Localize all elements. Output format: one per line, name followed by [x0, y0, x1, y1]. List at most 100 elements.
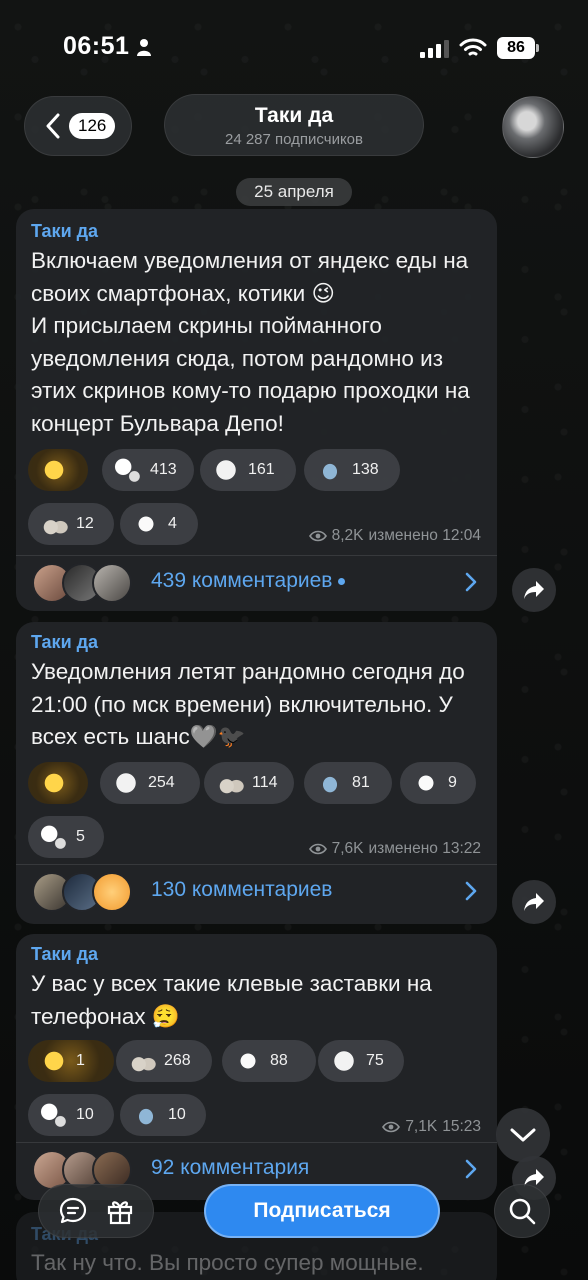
star-icon: [38, 767, 70, 799]
dolphin-icon: [314, 767, 346, 799]
unread-count-badge: 126: [69, 113, 116, 139]
edited-time: изменено 12:04: [368, 527, 482, 544]
eye-icon: [308, 843, 327, 855]
eye-icon: [382, 1121, 401, 1133]
chevron-down-icon: [510, 1128, 536, 1142]
comments-label: 92 комментария: [151, 1156, 310, 1179]
snowball-icon: [112, 454, 144, 486]
post-text: Так ну что. Вы просто супер мощные.: [31, 1250, 424, 1275]
dolphin-icon: [130, 1099, 162, 1131]
white-heart-icon: [210, 454, 242, 486]
commenter-avatars: [32, 872, 152, 912]
person-icon: [137, 39, 151, 56]
post-text: Включаем уведомления от яндекс еды на св…: [31, 248, 470, 436]
avatar: [92, 563, 132, 603]
star-icon: [38, 1045, 70, 1077]
subscribe-button[interactable]: Подписаться: [204, 1184, 440, 1238]
reaction-bunny[interactable]: 268: [116, 1040, 212, 1082]
battery-indicator: 86: [497, 37, 539, 59]
hands-icon: [232, 1045, 264, 1077]
reaction-star[interactable]: [28, 449, 88, 491]
date-separator: 25 апреля: [236, 178, 352, 206]
share-arrow-icon: [524, 581, 544, 599]
bunnies-icon: [38, 508, 70, 540]
comments-button[interactable]: 439 комментариев: [16, 555, 497, 611]
post-time: 15:23: [442, 1118, 481, 1135]
post-text: У вас у всех такие клевые заставки на те…: [31, 971, 432, 1029]
star-icon: [38, 454, 70, 486]
view-count: 7,1K: [405, 1118, 438, 1135]
channel-post: Таки да Уведомления летят рандомно сегод…: [16, 622, 497, 924]
reaction-heart[interactable]: 75: [318, 1040, 404, 1082]
snowball-icon: [38, 1099, 70, 1131]
post-text: Уведомления летят рандомно сегодня до 21…: [31, 659, 465, 749]
chat-bubble-icon[interactable]: [58, 1196, 88, 1226]
hands-icon: [130, 508, 162, 540]
reaction-snow[interactable]: 10: [28, 1094, 114, 1136]
reaction-count: 10: [76, 1106, 94, 1123]
unread-dot: [338, 577, 346, 585]
chevron-left-icon: [46, 113, 60, 139]
channel-title-pill[interactable]: Таки да 24 287 подписчиков: [164, 94, 424, 156]
scroll-to-bottom-button[interactable]: [496, 1108, 550, 1162]
reaction-count: 10: [168, 1106, 186, 1123]
gift-icon[interactable]: [105, 1196, 135, 1226]
reaction-count: 12: [76, 515, 94, 532]
white-heart-icon: [110, 767, 142, 799]
reaction-star[interactable]: 1: [28, 1040, 114, 1082]
comments-label: 130 комментариев: [151, 878, 333, 901]
bunnies-icon: [214, 767, 246, 799]
channel-avatar[interactable]: [502, 96, 564, 158]
reaction-count: 4: [168, 515, 177, 532]
channel-post: Таки да Включаем уведомления от яндекс е…: [16, 209, 497, 611]
bunnies-icon: [126, 1045, 158, 1077]
reaction-dolphin[interactable]: 10: [120, 1094, 206, 1136]
reaction-count: 88: [270, 1052, 288, 1069]
reaction-hands[interactable]: 9: [400, 762, 476, 804]
share-button[interactable]: [512, 880, 556, 924]
chevron-right-icon: [465, 1159, 477, 1179]
comments-label: 439 комментариев: [151, 569, 346, 593]
post-author: Таки да: [31, 632, 99, 652]
reaction-count: 138: [352, 461, 379, 478]
reaction-bunny[interactable]: 12: [28, 503, 114, 545]
reaction-count: 413: [150, 461, 177, 478]
reaction-heart[interactable]: 254: [100, 762, 200, 804]
wifi-icon: [459, 38, 487, 56]
channel-title: Таки да: [254, 104, 334, 127]
status-bar: 06:51 86: [0, 0, 588, 90]
post-author: Таки да: [31, 944, 99, 964]
reaction-count: 75: [366, 1052, 384, 1069]
reaction-count: 1: [76, 1052, 85, 1069]
reaction-count: 254: [148, 774, 175, 791]
reaction-snow[interactable]: 413: [102, 449, 194, 491]
hands-icon: [410, 767, 442, 799]
view-count: 8,2K: [331, 527, 364, 544]
comments-button[interactable]: 130 комментариев: [16, 864, 497, 920]
cellular-signal-icon: [420, 40, 449, 58]
view-count: 7,6K: [331, 840, 364, 857]
reaction-dolphin[interactable]: 81: [304, 762, 392, 804]
back-button[interactable]: 126: [24, 96, 132, 156]
reaction-count: 161: [248, 461, 275, 478]
bottom-actions: [38, 1184, 154, 1238]
reaction-hands[interactable]: 88: [222, 1040, 316, 1082]
reaction-heart[interactable]: 161: [200, 449, 296, 491]
chevron-right-icon: [465, 572, 477, 592]
reaction-snow[interactable]: 5: [28, 816, 104, 858]
search-button[interactable]: [494, 1184, 550, 1238]
white-heart-icon: [328, 1045, 360, 1077]
dolphin-icon: [314, 454, 346, 486]
reaction-star[interactable]: [28, 762, 88, 804]
commenter-avatars: [32, 563, 152, 603]
post-author: Таки да: [31, 221, 99, 241]
reaction-bunny[interactable]: 114: [204, 762, 294, 804]
share-button[interactable]: [512, 568, 556, 612]
share-arrow-icon: [524, 893, 544, 911]
avatar: [92, 872, 132, 912]
reaction-hands[interactable]: 4: [120, 503, 198, 545]
search-icon: [509, 1198, 536, 1225]
post-meta: 7,6K изменено 13:22: [308, 840, 481, 858]
reaction-dolphin[interactable]: 138: [304, 449, 400, 491]
eye-icon: [308, 530, 327, 542]
